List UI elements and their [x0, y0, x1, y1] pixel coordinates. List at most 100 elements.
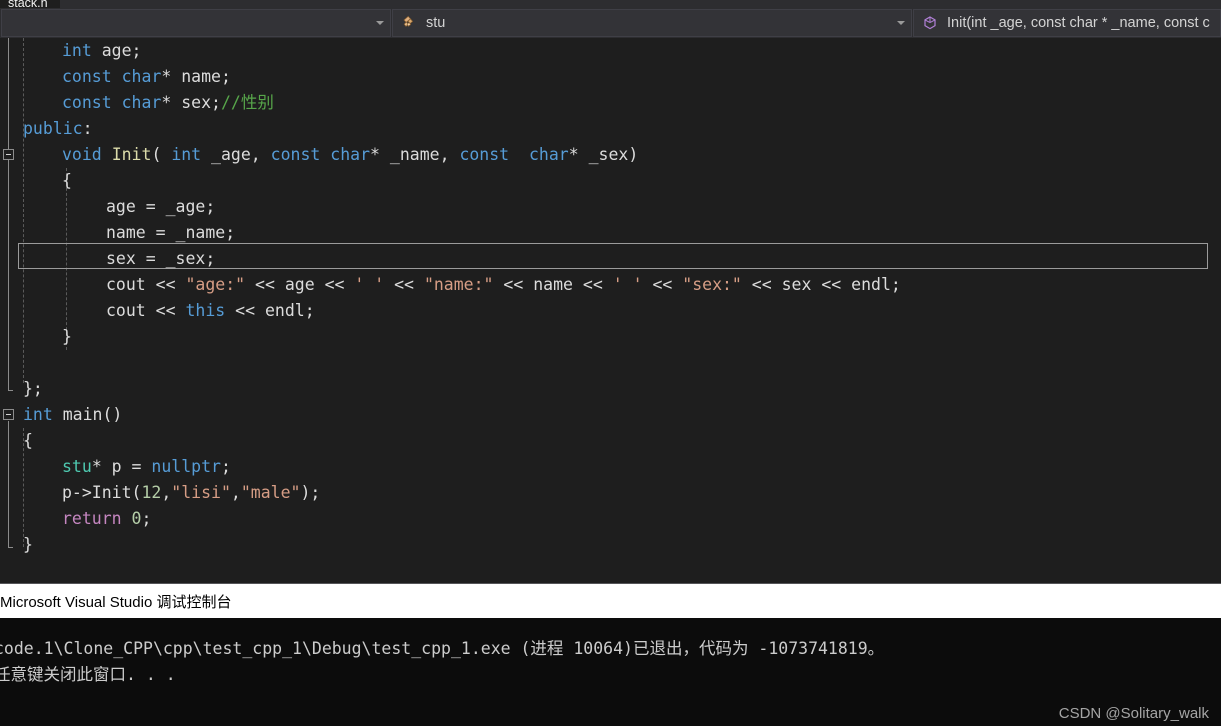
- code-token: <<: [384, 275, 424, 294]
- console-output-line: code.1\Clone_CPP\cpp\test_cpp_1\Debug\te…: [0, 639, 885, 658]
- code-token: << sex << endl;: [741, 275, 901, 294]
- code-token: void: [62, 145, 102, 164]
- code-line[interactable]: int age;: [0, 38, 141, 64]
- code-token: age;: [91, 41, 142, 60]
- code-token: const: [270, 145, 321, 164]
- code-token: Init: [111, 145, 152, 164]
- code-line[interactable]: age = _age;: [0, 194, 215, 220]
- code-token: "age:": [185, 275, 246, 294]
- code-token: const: [62, 67, 112, 86]
- code-line[interactable]: const char* sex;//性别: [0, 90, 274, 116]
- code-line[interactable]: public:: [0, 116, 93, 142]
- code-token: * _sex): [568, 145, 639, 164]
- code-line[interactable]: p->Init(12,"lisi","male");: [0, 480, 320, 506]
- code-line[interactable]: const char* name;: [0, 64, 231, 90]
- code-token: << age <<: [245, 275, 355, 294]
- code-token: "sex:": [682, 275, 742, 294]
- code-token: * _name,: [370, 145, 460, 164]
- code-token: (): [102, 405, 123, 424]
- code-token: :: [82, 119, 93, 138]
- code-token: ,: [230, 483, 241, 502]
- chevron-down-icon[interactable]: [370, 21, 390, 25]
- code-token: char: [330, 145, 371, 164]
- code-line[interactable]: cout << "age:" << age << ' ' << "name:" …: [0, 272, 901, 298]
- code-editor[interactable]: int age; const char* name; const char* sex…: [0, 38, 1221, 581]
- editor-tab-label: stack.h: [8, 0, 48, 8]
- code-token: char: [121, 93, 162, 112]
- code-token: cout <<: [106, 275, 186, 294]
- code-text-layer[interactable]: int age; const char* name; const char* sex…: [0, 38, 1221, 581]
- console-output-line: 任意键关闭此窗口. . .: [0, 665, 176, 684]
- code-line[interactable]: [0, 350, 62, 376]
- code-token: return: [62, 509, 122, 528]
- code-token: }: [62, 327, 72, 346]
- code-line[interactable]: }: [0, 532, 33, 558]
- chevron-down-icon[interactable]: [891, 21, 911, 25]
- type-value: stu: [426, 15, 446, 31]
- code-token: name = _name;: [106, 223, 236, 242]
- code-token: 0: [131, 509, 142, 528]
- debug-console-output[interactable]: code.1\Clone_CPP\cpp\test_cpp_1\Debug\te…: [0, 618, 1221, 726]
- code-token: int: [23, 405, 53, 424]
- code-line[interactable]: name = _name;: [0, 220, 235, 246]
- code-token: sex = _sex;: [106, 249, 216, 268]
- code-token: << endl;: [225, 301, 315, 320]
- editor-tab-strip: stack.h: [0, 0, 1221, 8]
- code-token: stu: [62, 457, 92, 476]
- member-value: Init(int _age, const char * _name, const…: [947, 15, 1210, 31]
- code-token: );: [300, 483, 321, 502]
- code-line[interactable]: return 0;: [0, 506, 151, 532]
- member-dropdown[interactable]: Init(int _age, const char * _name, const…: [913, 9, 1221, 37]
- code-line[interactable]: int main(): [0, 402, 122, 428]
- code-token: ' ': [612, 275, 643, 294]
- code-token: ' ': [354, 275, 385, 294]
- code-token: * name;: [161, 67, 231, 86]
- console-window-titlebar: Microsoft Visual Studio 调试控制台: [0, 583, 1221, 618]
- code-token: ,: [161, 483, 172, 502]
- code-token: char: [528, 145, 569, 164]
- watermark-label: CSDN @Solitary_walk: [1058, 705, 1209, 722]
- method-icon: [924, 16, 936, 30]
- code-token: <<: [642, 275, 683, 294]
- code-line[interactable]: cout << this << endl;: [0, 298, 315, 324]
- code-token: ;: [141, 509, 152, 528]
- code-token: (: [151, 145, 172, 164]
- code-token: 12: [141, 483, 162, 502]
- code-token: public: [23, 119, 83, 138]
- code-token: "lisi": [171, 483, 231, 502]
- code-token: nullptr: [151, 457, 221, 476]
- code-line[interactable]: stu* p = nullptr;: [0, 454, 231, 480]
- code-token: {: [62, 171, 72, 190]
- code-token: "male": [240, 483, 301, 502]
- code-token: }: [23, 535, 33, 554]
- type-dropdown[interactable]: stu: [392, 9, 912, 37]
- code-token: const: [459, 145, 510, 164]
- code-token: {: [23, 431, 33, 450]
- code-token: //性别: [220, 93, 274, 112]
- code-line[interactable]: {: [0, 428, 33, 454]
- code-navigation-bar: stu Init(int _age, const char * _name, c…: [0, 8, 1221, 38]
- code-token: p->Init(: [62, 483, 142, 502]
- editor-tab-stack-h[interactable]: stack.h: [0, 0, 60, 8]
- code-token: << name <<: [493, 275, 613, 294]
- code-line[interactable]: };: [0, 376, 43, 402]
- code-line[interactable]: }: [0, 324, 72, 350]
- code-line[interactable]: void Init( int _age, const char* _name, …: [0, 142, 638, 168]
- project-scope-dropdown[interactable]: [1, 9, 391, 37]
- code-token: this: [185, 301, 226, 320]
- code-line[interactable]: {: [0, 168, 72, 194]
- code-token: const: [62, 93, 112, 112]
- code-token: char: [121, 67, 162, 86]
- code-line[interactable]: sex = _sex;: [0, 246, 215, 272]
- code-token: ;: [220, 457, 231, 476]
- code-token: int: [171, 145, 202, 164]
- code-token: age = _age;: [106, 197, 216, 216]
- code-token: * sex;: [161, 93, 221, 112]
